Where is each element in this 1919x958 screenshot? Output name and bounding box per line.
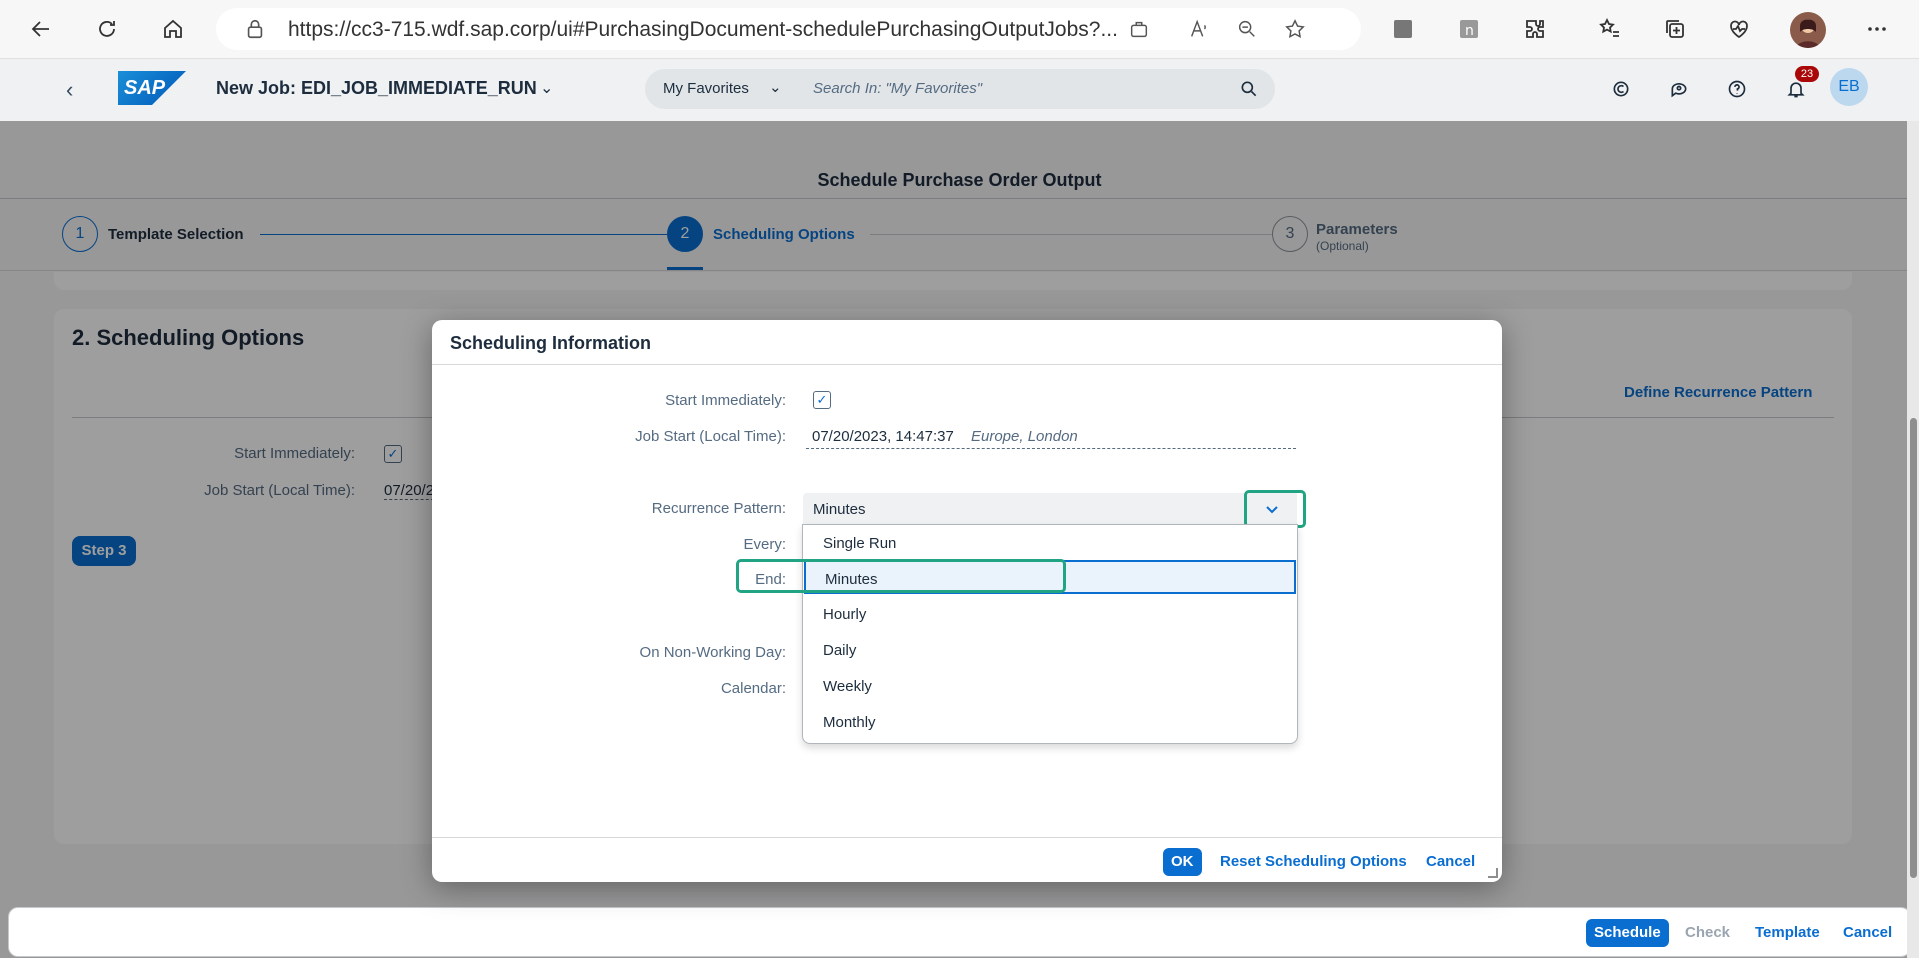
- back-arrow-icon[interactable]: [24, 12, 58, 46]
- search-scope[interactable]: My Favorites: [663, 80, 749, 97]
- timezone-value: Europe, London: [971, 428, 1078, 445]
- job-start-value[interactable]: 07/20/2023, 14:47:37: [812, 428, 954, 445]
- user-avatar[interactable]: EB: [1830, 68, 1868, 106]
- refresh-icon[interactable]: [90, 12, 124, 46]
- home-icon[interactable]: [156, 12, 190, 46]
- browser-profile-avatar[interactable]: [1790, 12, 1826, 48]
- schedule-button[interactable]: Schedule: [1586, 919, 1669, 947]
- scheduling-information-dialog: Scheduling Information Start Immediately…: [432, 320, 1502, 882]
- option-single-run[interactable]: Single Run: [804, 526, 1296, 560]
- extensions-puzzle-icon[interactable]: [1518, 12, 1552, 46]
- health-icon[interactable]: [1722, 12, 1756, 46]
- chevron-down-icon[interactable]: ⌄: [540, 78, 553, 98]
- resize-grip-icon[interactable]: [1488, 868, 1498, 878]
- recurrence-pattern-label: Recurrence Pattern:: [651, 500, 786, 517]
- start-immediately-checkbox[interactable]: ✓: [813, 391, 831, 409]
- start-immediately-label: Start Immediately:: [665, 392, 786, 409]
- job-start-label: Job Start (Local Time):: [635, 428, 786, 445]
- app-available-icon[interactable]: [1128, 18, 1150, 40]
- check-button[interactable]: Check: [1685, 919, 1730, 947]
- search-input[interactable]: Search In: "My Favorites": [813, 80, 982, 97]
- non-working-day-label: On Non-Working Day:: [639, 644, 786, 661]
- url-text: https://cc3-715.wdf.sap.corp/ui#Purchasi…: [288, 18, 1118, 41]
- shell-bar: ‹ SAP New Job: EDI_JOB_IMMEDIATE_RUN ⌄ M…: [0, 59, 1919, 121]
- search-icon[interactable]: [1239, 79, 1259, 99]
- dialog-cancel-button[interactable]: Cancel: [1426, 848, 1475, 876]
- shell-back-icon[interactable]: ‹: [66, 77, 73, 103]
- end-minutes-highlight: [736, 559, 1066, 593]
- read-aloud-icon[interactable]: [1188, 18, 1210, 40]
- sap-logo[interactable]: SAP: [118, 71, 186, 105]
- scrollbar-thumb[interactable]: [1910, 418, 1917, 878]
- recurrence-options-list: Single Run Minutes Hourly Daily Weekly M…: [802, 524, 1298, 744]
- extension-office-icon[interactable]: [1386, 12, 1420, 46]
- dialog-footer: OK Reset Scheduling Options Cancel: [432, 837, 1502, 882]
- browser-toolbar: https://cc3-715.wdf.sap.corp/ui#Purchasi…: [0, 0, 1919, 59]
- svg-text:n: n: [1465, 23, 1474, 39]
- joule-icon[interactable]: [1607, 75, 1635, 103]
- chevron-down-icon[interactable]: ⌄: [769, 78, 782, 96]
- option-monthly[interactable]: Monthly: [804, 705, 1296, 739]
- help-icon[interactable]: [1723, 75, 1751, 103]
- ok-button[interactable]: OK: [1163, 848, 1202, 876]
- template-button[interactable]: Template: [1755, 919, 1820, 947]
- dialog-header: Scheduling Information: [432, 320, 1502, 365]
- notification-count-badge: 23: [1795, 66, 1819, 82]
- lock-icon: [247, 19, 263, 39]
- search-field[interactable]: My Favorites ⌄ Search In: "My Favorites": [645, 69, 1275, 109]
- option-daily[interactable]: Daily: [804, 633, 1296, 667]
- collections-icon[interactable]: [1658, 12, 1692, 46]
- favorites-list-icon[interactable]: [1592, 12, 1626, 46]
- favorite-star-icon[interactable]: [1284, 18, 1306, 40]
- more-menu-icon[interactable]: [1860, 12, 1894, 46]
- cancel-button[interactable]: Cancel: [1843, 919, 1892, 947]
- footer-toolbar: Schedule Check Template Cancel: [8, 907, 1911, 957]
- every-label: Every:: [743, 536, 786, 553]
- dropdown-arrow-highlight: [1244, 490, 1306, 528]
- address-bar[interactable]: https://cc3-715.wdf.sap.corp/ui#Purchasi…: [216, 8, 1361, 50]
- calendar-label: Calendar:: [720, 680, 786, 697]
- feedback-icon[interactable]: [1665, 75, 1693, 103]
- recurrence-pattern-value: Minutes: [813, 501, 866, 518]
- dashed-underline: [806, 448, 1296, 449]
- option-hourly[interactable]: Hourly: [804, 597, 1296, 631]
- reset-scheduling-options-button[interactable]: Reset Scheduling Options: [1220, 848, 1407, 876]
- zoom-out-icon[interactable]: [1236, 18, 1258, 40]
- recurrence-pattern-select[interactable]: Minutes: [803, 493, 1263, 527]
- extension-notion-icon[interactable]: n: [1452, 12, 1486, 46]
- option-weekly[interactable]: Weekly: [804, 669, 1296, 703]
- dialog-title: Scheduling Information: [450, 333, 651, 353]
- app-title[interactable]: New Job: EDI_JOB_IMMEDIATE_RUN: [216, 78, 537, 99]
